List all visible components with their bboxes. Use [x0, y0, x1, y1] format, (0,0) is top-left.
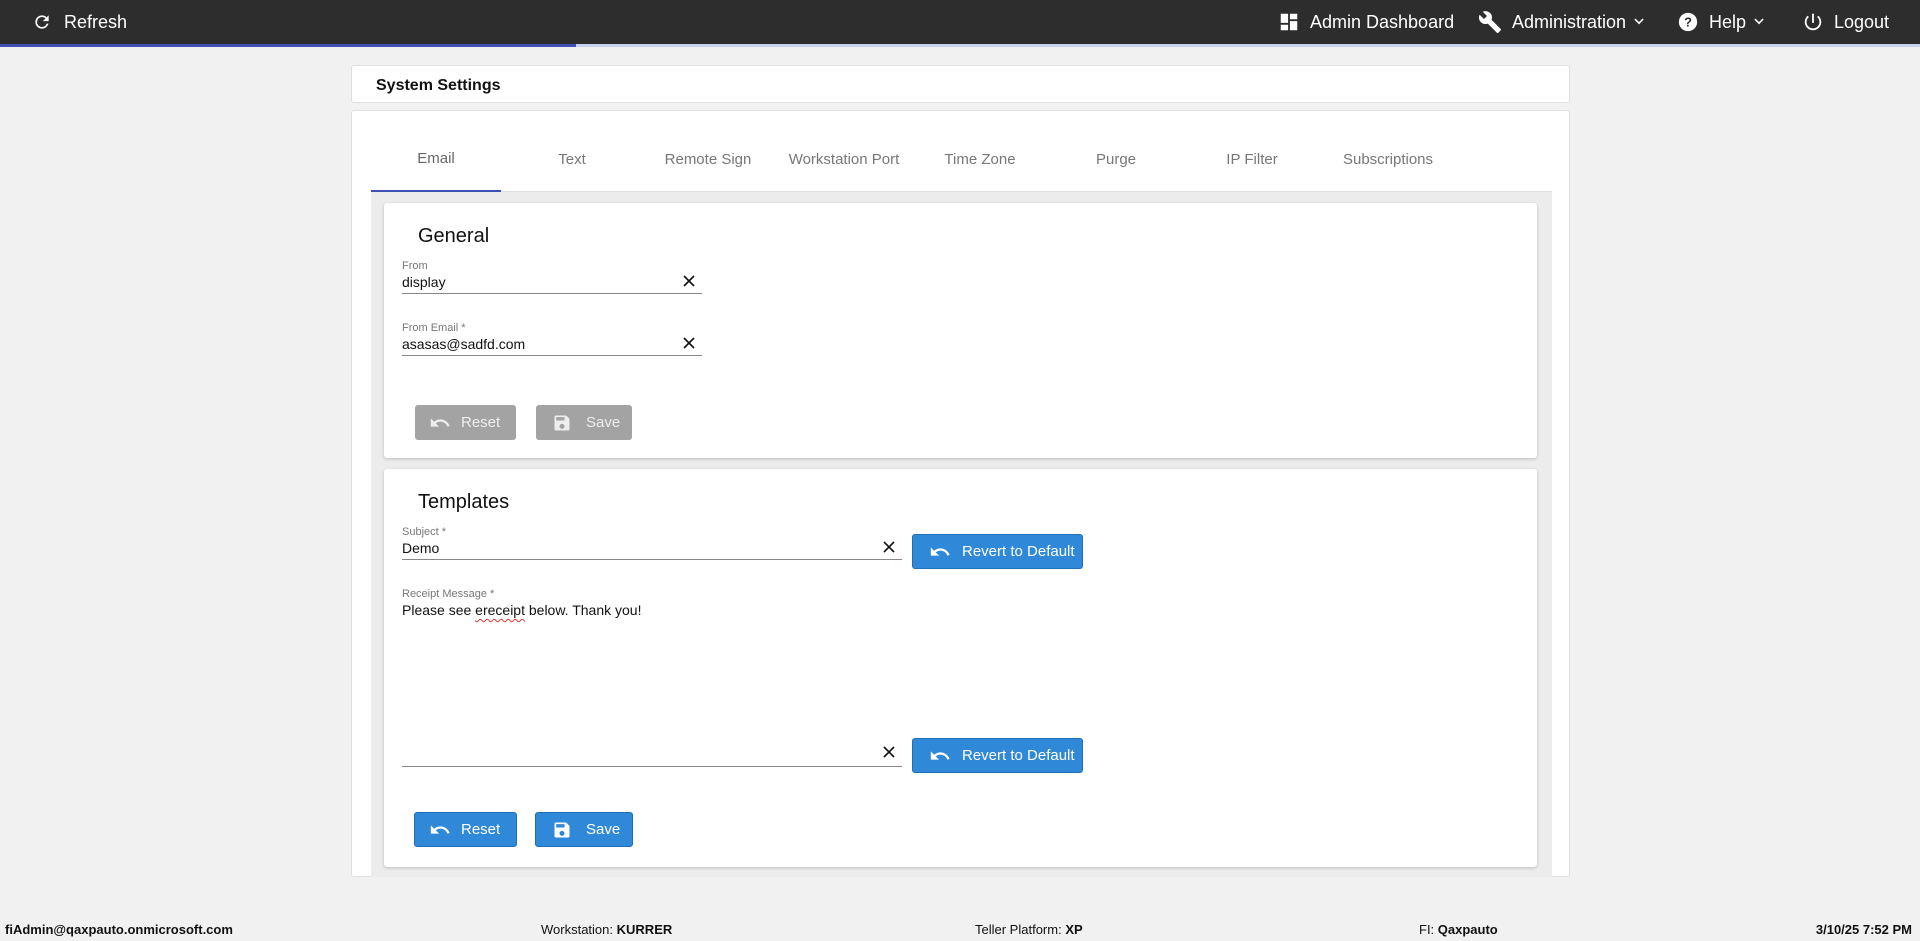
tab-purge[interactable]: Purge [1051, 127, 1181, 192]
tab-text[interactable]: Text [507, 127, 637, 192]
tab-ip-filter[interactable]: IP Filter [1187, 127, 1317, 192]
refresh-button[interactable]: Refresh [32, 0, 127, 44]
from-field[interactable]: From display [402, 260, 702, 294]
clear-icon[interactable] [880, 743, 898, 761]
tab-email[interactable]: Email [371, 127, 501, 192]
general-save-button[interactable]: Save [536, 405, 632, 440]
subject-revert-label: Revert to Default [962, 543, 1075, 560]
svg-text:?: ? [1684, 15, 1692, 30]
undo-icon [929, 745, 951, 767]
top-navigation-bar: Refresh Admin Dashboard Administration ?… [0, 0, 1920, 47]
tab-time-zone[interactable]: Time Zone [915, 127, 1045, 192]
general-section: General From display From Email * asasas… [384, 203, 1537, 458]
wrench-icon [1478, 10, 1502, 34]
help-icon: ? [1677, 11, 1699, 33]
field-underline [402, 766, 902, 767]
subject-revert-button[interactable]: Revert to Default [912, 534, 1083, 569]
chevron-down-icon [1632, 15, 1646, 29]
administration-menu[interactable]: Administration [1478, 0, 1646, 44]
subject-field[interactable]: Subject * Demo [402, 526, 902, 560]
tab-workstation-port[interactable]: Workstation Port [779, 127, 909, 192]
dashboard-icon [1278, 11, 1300, 33]
receipt-message-label: Receipt Message * [402, 588, 495, 600]
field-underline [402, 355, 702, 356]
undo-icon [429, 819, 451, 841]
templates-save-label: Save [586, 821, 621, 838]
clear-icon[interactable] [680, 272, 698, 290]
chevron-down-icon [1752, 15, 1766, 29]
save-icon [552, 413, 572, 433]
page-title-card: System Settings [351, 65, 1570, 103]
settings-tabs: Email Text Remote Sign Workstation Port … [371, 127, 1552, 192]
loading-progress-track [576, 44, 1920, 47]
administration-label: Administration [1512, 11, 1627, 32]
from-label: From [402, 260, 428, 272]
templates-title: Templates [418, 491, 510, 513]
help-label: Help [1709, 11, 1747, 32]
undo-icon [429, 412, 451, 434]
receipt-message-value: Please see ereceipt below. Thank you! [402, 602, 642, 618]
clear-icon[interactable] [880, 538, 898, 556]
message-revert-label: Revert to Default [962, 747, 1075, 764]
refresh-label: Refresh [64, 11, 128, 32]
subject-label: Subject * [402, 526, 447, 538]
loading-progress-bar [0, 44, 576, 47]
receipt-message-field[interactable]: Receipt Message * Please see ereceipt be… [402, 588, 902, 767]
admin-dashboard-label: Admin Dashboard [1310, 11, 1455, 32]
user-email: fiAdmin@qaxpauto.onmicrosoft.com [5, 922, 233, 937]
status-bar: fiAdmin@qaxpauto.onmicrosoft.com Worksta… [0, 917, 1920, 941]
general-save-label: Save [586, 414, 621, 431]
teller-platform-info: Teller Platform: XP [975, 922, 1083, 937]
power-icon [1802, 11, 1824, 33]
clear-icon[interactable] [680, 334, 698, 352]
tab-remote-sign[interactable]: Remote Sign [643, 127, 773, 192]
general-title: General [418, 225, 490, 247]
templates-section: Templates Subject * Demo Revert to Defau… [384, 469, 1537, 867]
help-menu[interactable]: ? Help [1677, 0, 1766, 44]
settings-card: Email Text Remote Sign Workstation Port … [351, 110, 1570, 877]
from-email-field[interactable]: From Email * asasas@sadfd.com [402, 322, 702, 356]
save-icon [552, 820, 572, 840]
tab-content: General From display From Email * asasas… [371, 192, 1552, 877]
undo-icon [929, 541, 951, 563]
fi-info: FI: Qaxpauto [1419, 922, 1498, 937]
admin-dashboard-link[interactable]: Admin Dashboard [1278, 0, 1454, 44]
refresh-icon [32, 12, 52, 32]
subject-value: Demo [402, 540, 440, 556]
general-reset-label: Reset [461, 414, 501, 431]
field-underline [402, 293, 702, 294]
from-value: display [402, 274, 446, 290]
templates-reset-label: Reset [461, 821, 501, 838]
logout-button[interactable]: Logout [1802, 0, 1889, 44]
templates-reset-button[interactable]: Reset [414, 812, 517, 847]
tab-subscriptions[interactable]: Subscriptions [1323, 127, 1453, 192]
logout-label: Logout [1834, 11, 1890, 32]
from-email-label: From Email * [402, 322, 466, 334]
page-title: System Settings [376, 77, 501, 94]
from-email-value: asasas@sadfd.com [402, 336, 526, 352]
message-revert-button[interactable]: Revert to Default [912, 738, 1083, 773]
datetime: 3/10/25 7:52 PM [1815, 922, 1912, 937]
workstation-info: Workstation: KURRER [541, 922, 673, 937]
field-underline [402, 559, 902, 560]
general-reset-button[interactable]: Reset [415, 405, 516, 440]
templates-save-button[interactable]: Save [535, 812, 633, 847]
